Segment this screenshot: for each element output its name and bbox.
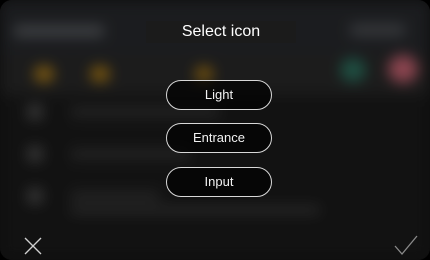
option-light-button[interactable]: Light <box>166 80 272 110</box>
option-input-button[interactable]: Input <box>166 167 272 197</box>
option-entrance-button[interactable]: Entrance <box>166 123 272 153</box>
dialog-title: Select icon <box>146 21 296 43</box>
close-button[interactable] <box>22 235 46 259</box>
close-icon <box>24 237 42 255</box>
screen: Select icon Light Entrance Input <box>0 0 430 260</box>
checkmark-icon <box>394 235 418 256</box>
confirm-button[interactable] <box>393 233 418 257</box>
